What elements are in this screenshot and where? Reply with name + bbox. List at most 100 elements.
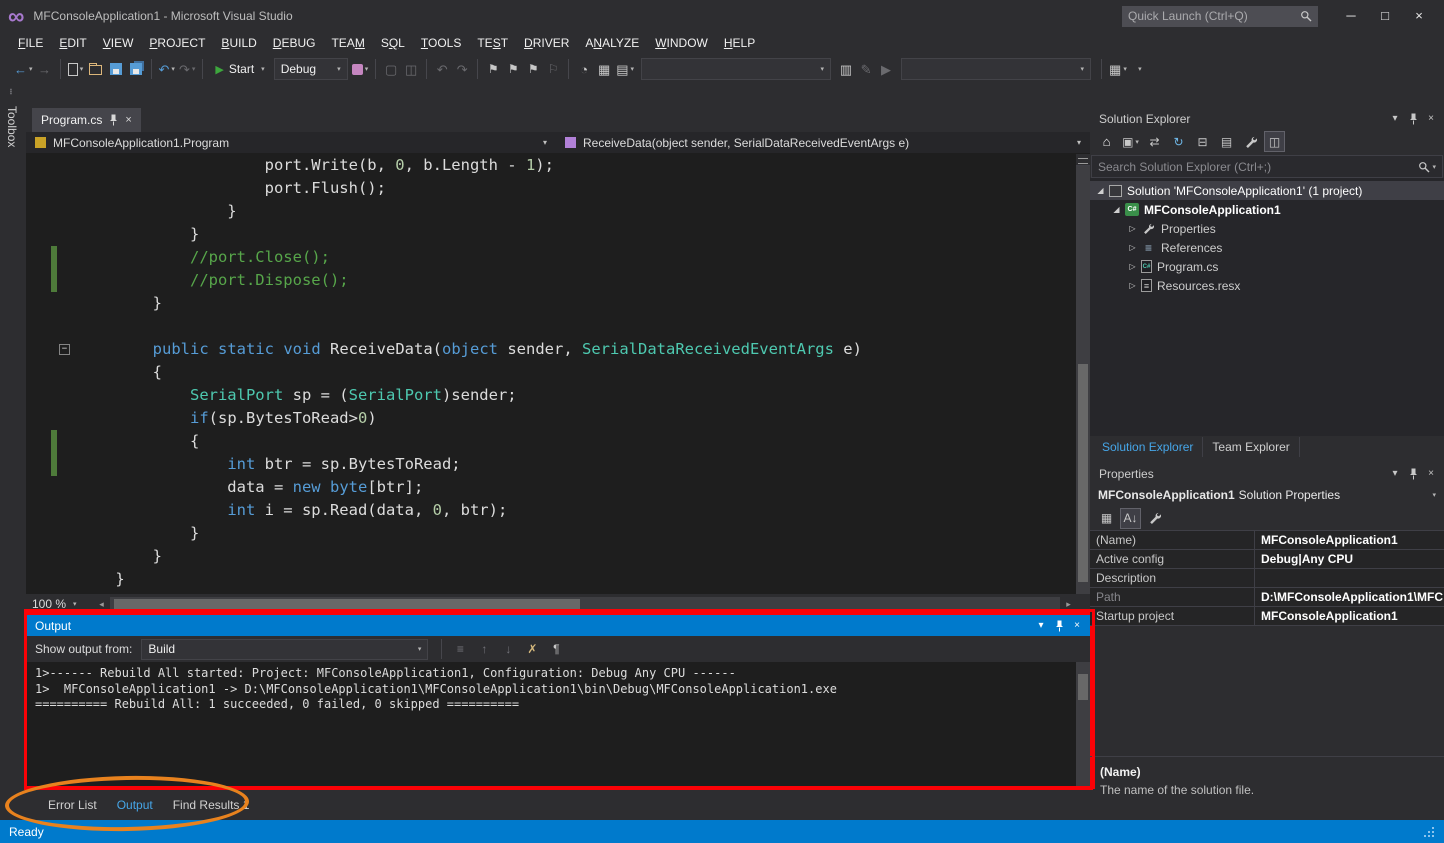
word-wrap-icon[interactable]: ¶: [545, 638, 567, 660]
find-combo[interactable]: ▾: [641, 58, 831, 80]
tree-item-properties[interactable]: ▷Properties: [1090, 219, 1444, 238]
search-icon[interactable]: [1418, 161, 1430, 173]
categorized-icon[interactable]: ▦: [1096, 508, 1117, 529]
undo-icon[interactable]: ↶▾: [157, 57, 177, 81]
resize-grip-icon[interactable]: [1423, 826, 1435, 838]
tree-item-solution-mfconsoleapplication1-1-project[interactable]: ◢Solution 'MFConsoleApplication1' (1 pro…: [1090, 181, 1444, 200]
menu-test[interactable]: TEST: [469, 34, 516, 52]
window-position-icon[interactable]: ▾: [1032, 620, 1050, 631]
scrollbar-thumb[interactable]: [1078, 364, 1088, 582]
database-dropdown[interactable]: ▾: [901, 58, 1091, 80]
sync-with-active-document-icon[interactable]: ⇄: [1144, 131, 1165, 152]
menu-team[interactable]: TEAM: [323, 34, 372, 52]
redo-navigation-icon[interactable]: ↷: [452, 57, 472, 81]
document-tab-program-cs[interactable]: Program.cs ×: [32, 108, 141, 132]
properties-title-bar[interactable]: Properties ▾ ×: [1090, 463, 1444, 484]
property-row-path[interactable]: PathD:\MFConsoleApplication1\MFC: [1090, 588, 1444, 607]
menu-sql[interactable]: SQL: [373, 34, 413, 52]
alphabetical-sort-icon[interactable]: A↓: [1120, 508, 1141, 529]
property-row-startup-project[interactable]: Startup projectMFConsoleApplication1: [1090, 607, 1444, 626]
property-pages-wrench-icon[interactable]: [1144, 508, 1165, 529]
tree-item-mfconsoleapplication1[interactable]: ◢MFConsoleApplication1: [1090, 200, 1444, 219]
prev-bookmark-icon[interactable]: ⚑: [503, 57, 523, 81]
menu-driver[interactable]: DRIVER: [516, 34, 577, 52]
output-scrollbar[interactable]: [1076, 662, 1090, 787]
search-icon[interactable]: [1300, 10, 1312, 22]
menu-edit[interactable]: EDIT: [51, 34, 94, 52]
expander-icon[interactable]: ▷: [1126, 224, 1139, 233]
scrollbar-thumb[interactable]: [114, 599, 580, 609]
output-body[interactable]: 1>------ Rebuild All started: Project: M…: [27, 662, 1090, 787]
window-position-icon[interactable]: ▾: [1386, 468, 1404, 479]
collapse-region-icon[interactable]: −: [59, 344, 70, 355]
code-lines[interactable]: port.Write(b, 0, b.Length - 1); port.Flu…: [78, 154, 1076, 594]
chevron-down-icon[interactable]: ▾: [1432, 163, 1436, 171]
horizontal-scrollbar[interactable]: [110, 597, 1060, 611]
home-icon[interactable]: ⌂: [1096, 131, 1117, 152]
open-file-icon[interactable]: [86, 57, 106, 81]
expander-icon[interactable]: ▷: [1126, 281, 1139, 290]
split-window-icon[interactable]: ◫: [401, 57, 421, 81]
watch-window-icon[interactable]: ▤▾: [614, 57, 636, 81]
expander-icon[interactable]: ◢: [1094, 186, 1107, 195]
menu-file[interactable]: FILE: [10, 34, 51, 52]
expander-icon[interactable]: ◢: [1110, 205, 1123, 214]
memory-window-icon[interactable]: ▦: [594, 57, 614, 81]
close-icon[interactable]: ×: [1422, 468, 1440, 479]
quick-launch-box[interactable]: [1122, 6, 1318, 27]
toolbox-tab[interactable]: Toolbox: [5, 106, 19, 147]
output-title-bar[interactable]: Output ▾ ×: [27, 615, 1090, 636]
navigate-forward-icon[interactable]: →: [35, 57, 55, 81]
debug-target-icon[interactable]: ▾: [350, 57, 371, 81]
tree-item-resources-resx[interactable]: ▷Resources.resx: [1090, 276, 1444, 295]
switch-views-icon[interactable]: ▣▾: [1120, 131, 1141, 152]
zoom-dropdown[interactable]: 100 %▾: [26, 594, 94, 614]
next-message-icon[interactable]: ↓: [497, 638, 519, 660]
properties-wrench-icon[interactable]: [1240, 131, 1261, 152]
close-icon[interactable]: ×: [125, 114, 131, 126]
collapse-all-icon[interactable]: ⊟: [1192, 131, 1213, 152]
find-options-icon[interactable]: ▥: [836, 57, 856, 81]
menu-help[interactable]: HELP: [716, 34, 763, 52]
pin-icon[interactable]: [109, 114, 118, 126]
solution-explorer-title-bar[interactable]: Solution Explorer ▾ ×: [1090, 108, 1444, 129]
preview-selected-items-icon[interactable]: ◫: [1264, 131, 1285, 152]
expander-icon[interactable]: ▷: [1126, 262, 1139, 271]
close-icon[interactable]: ×: [1068, 620, 1086, 631]
scroll-left-icon[interactable]: ◂: [94, 599, 109, 610]
properties-object-dropdown[interactable]: MFConsoleApplication1 Solution Propertie…: [1090, 484, 1444, 506]
tool-tab-solution-explorer[interactable]: Solution Explorer: [1093, 437, 1203, 457]
save-all-icon[interactable]: [126, 57, 146, 81]
menu-project[interactable]: PROJECT: [141, 34, 213, 52]
menu-tools[interactable]: TOOLS: [413, 34, 469, 52]
close-button[interactable]: ×: [1402, 5, 1436, 27]
pin-icon[interactable]: [1404, 113, 1422, 125]
run-query-icon[interactable]: ▶: [876, 57, 896, 81]
tree-item-program-cs[interactable]: ▷Program.cs: [1090, 257, 1444, 276]
edit-pencil-icon[interactable]: ✎: [856, 57, 876, 81]
menu-window[interactable]: WINDOW: [647, 34, 716, 52]
panel-tab-find-results-1[interactable]: Find Results 1: [165, 793, 258, 817]
prev-message-icon[interactable]: ↑: [473, 638, 495, 660]
show-all-files-icon[interactable]: ▤: [1216, 131, 1237, 152]
next-bookmark-icon[interactable]: ⚑: [523, 57, 543, 81]
tool-tab-team-explorer[interactable]: Team Explorer: [1203, 437, 1299, 457]
code-editor[interactable]: − port.Write(b, 0, b.Length - 1); port.F…: [26, 154, 1090, 594]
scrollbar-thumb[interactable]: [1078, 674, 1088, 700]
panel-tab-error-list[interactable]: Error List: [40, 793, 105, 817]
pin-icon[interactable]: [1050, 620, 1068, 632]
solution-configuration-dropdown[interactable]: Debug▾: [274, 58, 348, 80]
pin-icon[interactable]: [1404, 468, 1422, 480]
menu-analyze[interactable]: ANALYZE: [577, 34, 647, 52]
new-file-icon[interactable]: ▾: [66, 57, 86, 81]
menu-view[interactable]: VIEW: [95, 34, 142, 52]
scroll-right-icon[interactable]: ▸: [1061, 599, 1076, 610]
solution-search-box[interactable]: ▾: [1091, 155, 1443, 178]
maximize-button[interactable]: □: [1368, 5, 1402, 27]
panel-tab-output[interactable]: Output: [109, 793, 161, 817]
navigate-backward-icon[interactable]: ←▾: [12, 57, 35, 81]
window-layout-icon[interactable]: ▢: [381, 57, 401, 81]
clear-bookmarks-icon[interactable]: ⚐: [543, 57, 563, 81]
expander-icon[interactable]: ▷: [1126, 243, 1139, 252]
quick-launch-input[interactable]: [1128, 9, 1296, 23]
